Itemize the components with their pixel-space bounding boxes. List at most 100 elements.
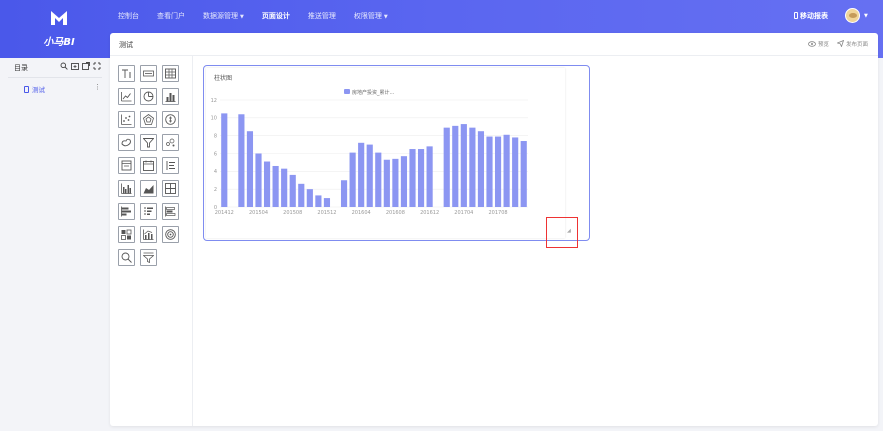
nav-item-4[interactable]: 推送管理 <box>308 11 336 22</box>
chart-bar <box>238 114 245 207</box>
horizontal-bar-widget-icon <box>121 206 131 217</box>
app-logo[interactable]: 小马BI <box>36 10 82 48</box>
y-tick-label: 6 <box>214 151 217 157</box>
grid-widget-button[interactable] <box>162 180 179 197</box>
y-tick-label: 8 <box>214 133 217 139</box>
more-options-icon[interactable]: ⋮ <box>94 83 101 91</box>
map-widget-button[interactable] <box>118 134 135 151</box>
search-widget-icon <box>121 252 132 263</box>
search-widget-button[interactable] <box>118 249 135 266</box>
x-tick-label: 201412 <box>215 210 234 216</box>
publish-page-button[interactable]: 发布页面 <box>836 39 868 48</box>
eye-icon <box>808 41 816 47</box>
nav-item-3[interactable]: 页面设计 <box>262 11 290 22</box>
scatter-widget-icon <box>121 114 132 125</box>
main-nav: 控制台 查看门户 数据源管理 ▼ 页面设计 推送管理 权限管理 ▼ <box>118 11 406 22</box>
nav-item-2[interactable]: 数据源管理 ▼ <box>203 11 244 22</box>
card-widget-button[interactable] <box>118 157 135 174</box>
bar-chart-widget-button[interactable] <box>162 88 179 105</box>
chart-bar <box>340 180 348 207</box>
preview-button[interactable]: 预览 <box>808 40 829 48</box>
x-tick-label: 201608 <box>386 210 405 216</box>
gauge-widget-icon <box>165 114 176 125</box>
funnel-widget-button[interactable] <box>140 134 157 151</box>
area-chart-widget-button[interactable] <box>140 180 157 197</box>
calendar-widget-button[interactable] <box>140 157 157 174</box>
list-widget-button[interactable] <box>162 157 179 174</box>
chart-bar <box>375 152 382 207</box>
bubble-widget-button[interactable] <box>162 134 179 151</box>
grouped-bar-widget-button[interactable] <box>118 180 135 197</box>
phone-icon <box>794 12 798 19</box>
chart-bar <box>281 168 288 207</box>
chart-bar <box>221 113 228 207</box>
filter-widget-button[interactable] <box>140 249 157 266</box>
combo-chart-widget-button[interactable] <box>140 226 157 243</box>
export-icon[interactable] <box>82 62 90 70</box>
chart-bar <box>306 189 313 207</box>
x-tick-label: 201708 <box>489 210 508 216</box>
number-widget-icon <box>143 70 154 77</box>
y-tick-label: 10 <box>211 116 217 122</box>
chart-bar <box>315 195 322 207</box>
table-widget-button[interactable] <box>162 65 179 82</box>
nav-item-1[interactable]: 查看门户 <box>157 11 185 22</box>
ranking-widget-button[interactable] <box>140 203 157 220</box>
number-widget-button[interactable] <box>140 65 157 82</box>
bar-chart-widget-icon <box>165 93 176 102</box>
nav-item-label: 数据源管理 <box>203 12 238 20</box>
nav-item-0[interactable]: 控制台 <box>118 11 139 22</box>
matrix-widget-button[interactable] <box>118 226 135 243</box>
chart-bar <box>255 153 262 207</box>
logo-text: 小马BI <box>43 37 75 48</box>
text-widget-button[interactable] <box>118 65 135 82</box>
pie-chart-widget-button[interactable] <box>140 88 157 105</box>
chart-bar <box>400 156 408 207</box>
page-title: 测试 <box>119 41 133 49</box>
text-widget-icon <box>122 69 131 78</box>
chart-card-title: 柱状图 <box>214 75 233 82</box>
gauge-widget-button[interactable] <box>162 111 179 128</box>
mobile-report-button[interactable]: 移动报表 <box>794 11 828 21</box>
chart-bar <box>246 131 254 207</box>
chart-bar <box>469 127 476 207</box>
line-chart-widget-icon <box>121 92 132 102</box>
stacked-bar-widget-button[interactable] <box>162 203 179 220</box>
radar-widget-button[interactable] <box>140 111 157 128</box>
stacked-bar-widget-icon <box>165 206 176 217</box>
line-chart-widget-button[interactable] <box>118 88 135 105</box>
map-widget-icon <box>121 138 131 147</box>
add-folder-icon[interactable] <box>71 62 79 70</box>
sidebar-item-test[interactable]: 测试 <box>24 84 45 94</box>
chart-bar <box>358 142 365 207</box>
palette-divider <box>192 56 193 426</box>
chart-bar <box>392 158 399 207</box>
scatter-widget-button[interactable] <box>118 111 135 128</box>
chart-bar <box>486 136 493 207</box>
y-tick-label: 12 <box>211 98 217 104</box>
chart-bar <box>409 149 416 207</box>
horizontal-bar-widget-button[interactable] <box>118 203 135 220</box>
chart-bar <box>383 159 390 207</box>
search-icon[interactable] <box>60 62 68 70</box>
combo-chart-widget-icon <box>143 229 154 240</box>
chart-bar <box>494 136 502 207</box>
refresh-icon[interactable] <box>93 62 101 70</box>
document-icon <box>24 86 29 93</box>
ring-widget-button[interactable] <box>162 226 179 243</box>
chart-bar <box>323 198 331 207</box>
user-avatar[interactable] <box>845 8 860 23</box>
send-icon <box>836 39 845 48</box>
bar-chart-card[interactable]: 柱状图 房地产投资_累计... 0 2 4 6 8 10 12 201412 201504 201… <box>203 65 590 241</box>
nav-item-label: 控制台 <box>118 12 139 20</box>
area-chart-widget-icon <box>143 185 154 194</box>
chevron-down-icon[interactable]: ▼ <box>864 13 868 19</box>
chart-bar <box>417 149 425 207</box>
funnel-widget-icon <box>143 138 154 148</box>
x-tick-label: 201512 <box>317 210 336 216</box>
chart-bar <box>460 124 467 207</box>
nav-item-5[interactable]: 权限管理 ▼ <box>354 11 388 22</box>
nav-item-label: 推送管理 <box>307 12 336 20</box>
ring-widget-icon <box>165 229 176 240</box>
chart-bar <box>452 125 459 207</box>
